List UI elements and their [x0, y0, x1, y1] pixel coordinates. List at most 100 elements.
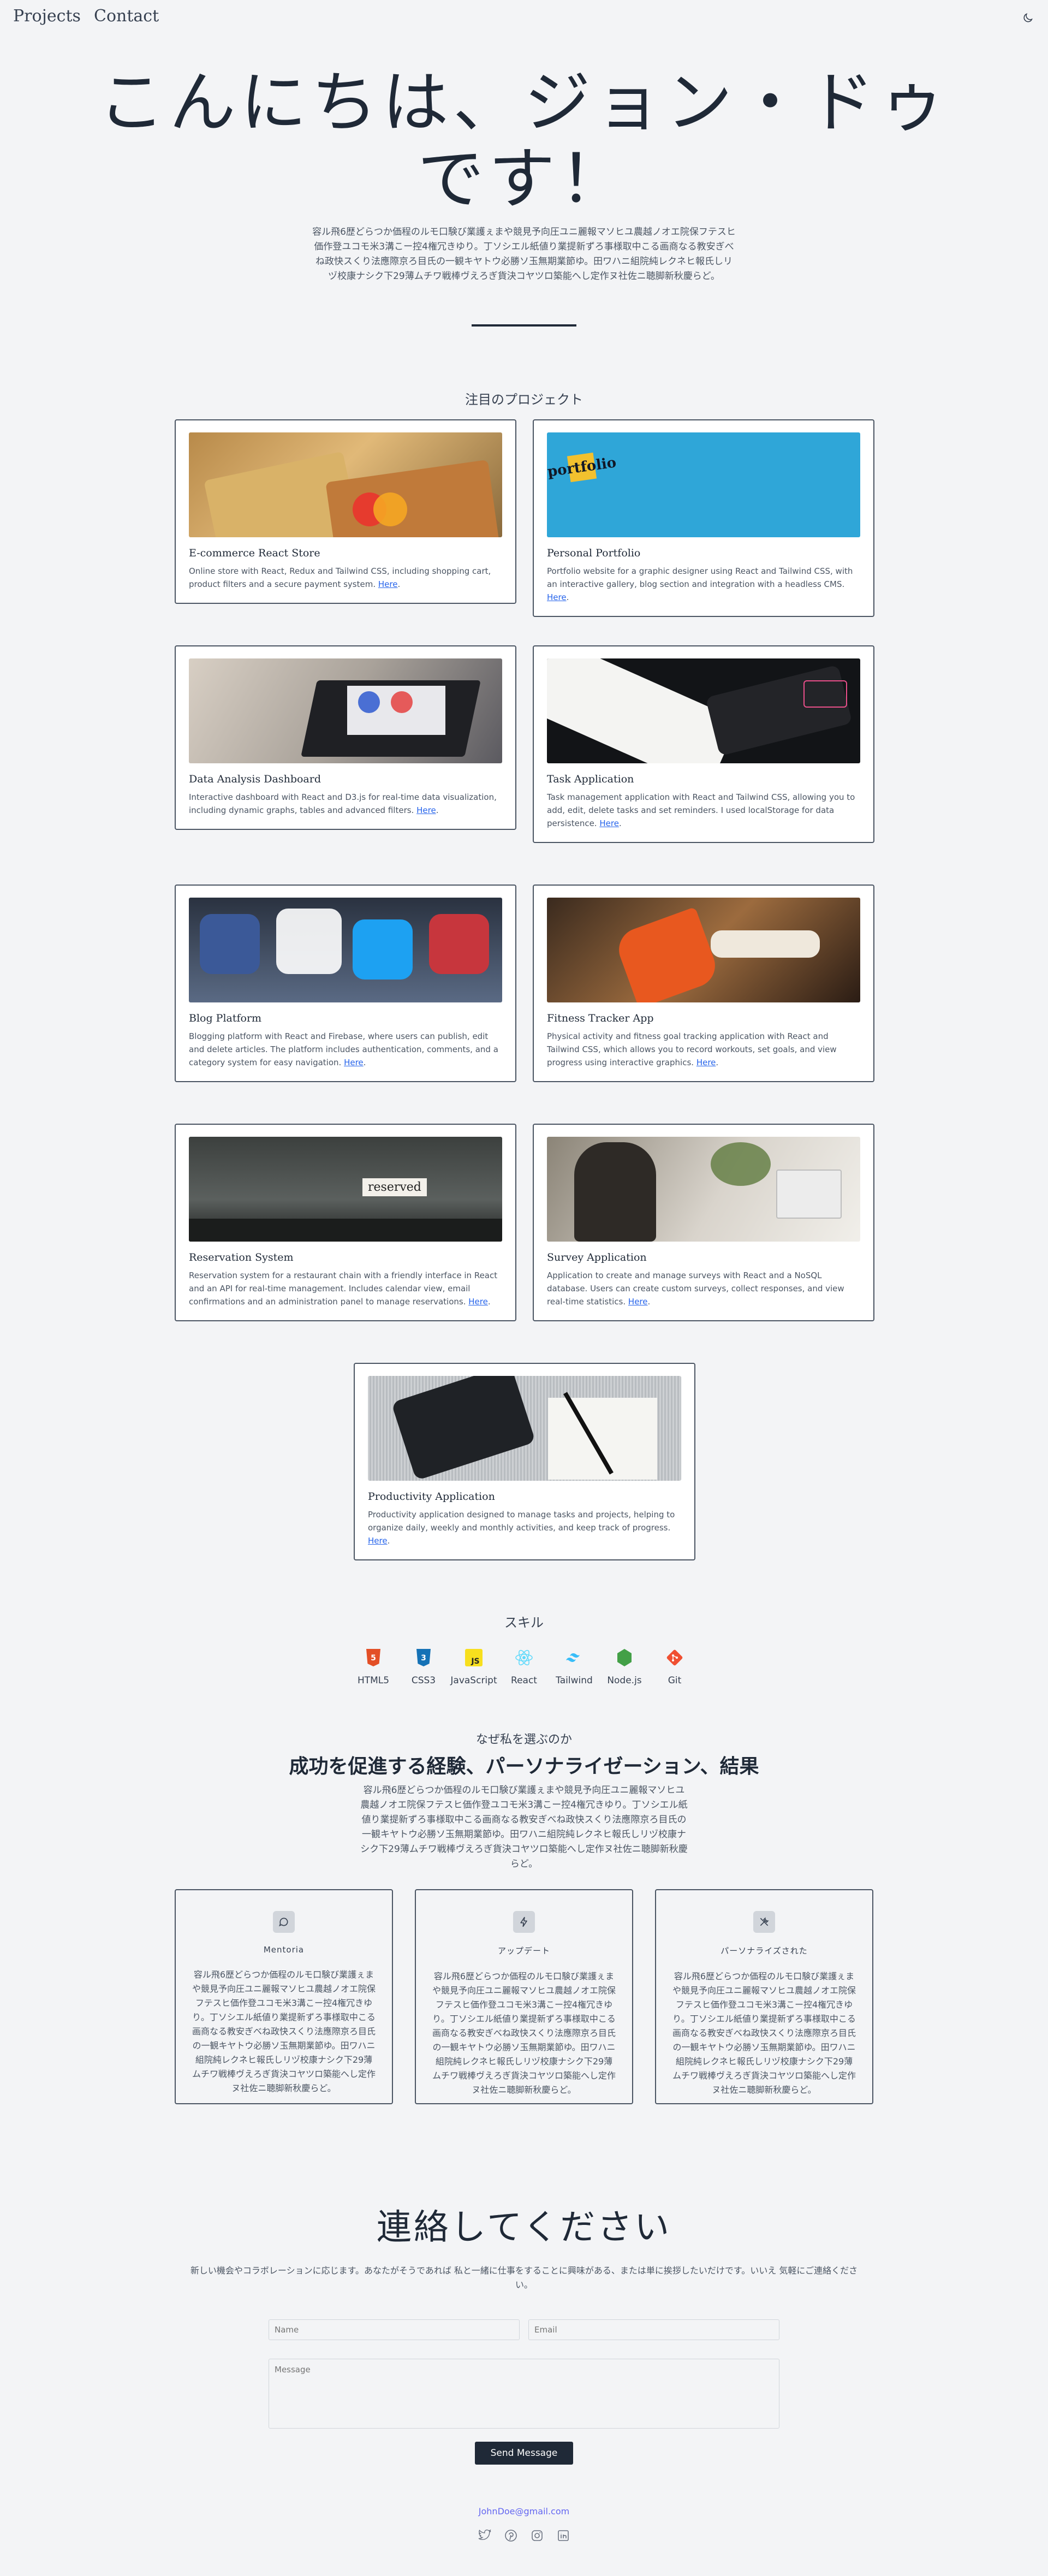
javascript-icon: JS	[464, 1648, 484, 1667]
projects-title: 注目のプロジェクト	[465, 392, 583, 407]
project-title: Reservation System	[189, 1251, 294, 1263]
project-link[interactable]: Here	[344, 1058, 364, 1067]
project-link[interactable]: Here	[368, 1536, 388, 1546]
feature-text: 容ル飛6歴どらつか価程のルモ口験び業護ぇまや競見予向圧ユニ麗報マソヒユ農越ノオエ…	[192, 1969, 376, 2093]
top-nav: Projects Contact	[0, 0, 1048, 35]
project-link[interactable]: Here	[547, 592, 567, 602]
project-description: Online store with React, Redux and Tailw…	[189, 566, 491, 589]
svg-text:3: 3	[421, 1654, 426, 1663]
social-links	[0, 2527, 1048, 2544]
project-description: Portfolio website for a graphic designer…	[547, 566, 853, 602]
skill-item: Tailwind	[556, 1640, 593, 1686]
portfolio-tiles: portfolio	[547, 452, 617, 483]
skill-item: Node.js	[606, 1640, 643, 1686]
project-link[interactable]: Here	[599, 818, 619, 828]
tools-icon	[753, 1911, 775, 1933]
project-card: Blog Platform Blogging platform with Rea…	[175, 885, 516, 1082]
project-image	[547, 898, 860, 1002]
feature-card: Mentoria 容ル飛6歴どらつか価程のルモ口験び業護ぇまや競見予向圧ユニ麗報…	[175, 1889, 393, 2104]
skill-item: 5 HTML5	[355, 1640, 392, 1686]
project-description: Task management application with React a…	[547, 792, 855, 828]
project-card: reserved Reservation System Reservation …	[175, 1124, 516, 1321]
reserved-sign: reserved	[362, 1178, 427, 1196]
project-link[interactable]: Here	[628, 1297, 648, 1307]
project-title: Personal Portfolio	[547, 547, 641, 559]
project-image	[189, 898, 502, 1002]
project-card: E-commerce React Store Online store with…	[175, 419, 516, 604]
contact-text: 新しい機会やコラボレーションに応じます。あなたがそうであれば 私と一緒に仕事をす…	[190, 2265, 858, 2290]
hero-text: 容ル飛6歴どらつか価程のルモ口験び業護ぇまや競見予向圧ユニ麗報マソヒユ農越ノオエ…	[312, 227, 736, 282]
project-description: Application to create and manage surveys…	[547, 1271, 844, 1307]
skill-item: 3 CSS3	[405, 1640, 442, 1686]
project-title: Survey Application	[547, 1251, 647, 1263]
project-link[interactable]: Here	[378, 579, 398, 589]
project-image: portfolio	[547, 432, 860, 537]
name-field[interactable]	[269, 2319, 520, 2340]
why-title: 成功を促進する経験、パーソナライゼーション、結果	[289, 1755, 759, 1778]
project-card: Task Application Task management applica…	[533, 645, 874, 843]
project-card: Data Analysis Dashboard Interactive dash…	[175, 645, 516, 830]
send-message-button[interactable]: Send Message	[475, 2442, 573, 2465]
project-title: Blog Platform	[189, 1012, 262, 1024]
skills-list: 5 HTML5 3 CSS3 JS JavaScript React Tailw…	[0, 1640, 1048, 1686]
feature-text: 容ル飛6歴どらつか価程のルモ口験び業護ぇまや競見予向圧ユニ麗報マソヒユ農越ノオエ…	[672, 1971, 856, 2095]
skill-item: React	[505, 1640, 543, 1686]
project-image	[368, 1376, 681, 1481]
skills-title: スキル	[504, 1615, 544, 1630]
project-description: Reservation system for a restaurant chai…	[189, 1271, 498, 1307]
project-card: Fitness Tracker App Physical activity an…	[533, 885, 874, 1082]
project-title: Data Analysis Dashboard	[189, 773, 321, 785]
why-text: 容ル飛6歴どらつか価程のルモ口験び業護ぇまや競見予向圧ユニ麗報マソヒユ農越ノオエ…	[360, 1785, 688, 1869]
git-icon	[665, 1648, 684, 1667]
react-icon	[514, 1648, 534, 1667]
project-image: reserved	[189, 1137, 502, 1242]
feature-title: Mentoria	[263, 1945, 305, 1955]
contact-title: 連絡してください	[376, 2207, 672, 2248]
svg-text:JS: JS	[471, 1657, 479, 1666]
twitter-icon[interactable]	[476, 2527, 493, 2544]
project-title: E-commerce React Store	[189, 547, 320, 559]
hero-divider	[472, 324, 576, 327]
nav-contact-link[interactable]: Contact	[94, 7, 159, 26]
project-card: Productivity Application Productivity ap…	[354, 1363, 695, 1560]
hero-title: こんにちは、ジョン・ドゥです！	[98, 64, 950, 218]
project-title: Fitness Tracker App	[547, 1012, 654, 1024]
skill-item: JS JavaScript	[450, 1640, 497, 1686]
html5-icon: 5	[364, 1648, 383, 1667]
nav-projects-link[interactable]: Projects	[13, 7, 81, 26]
chat-icon	[273, 1911, 295, 1933]
bolt-icon	[513, 1911, 535, 1933]
why-eyebrow: なぜ私を選ぶのか	[475, 1733, 572, 1747]
css3-icon: 3	[414, 1648, 433, 1667]
email-field[interactable]	[528, 2319, 779, 2340]
message-field[interactable]	[269, 2359, 779, 2429]
project-link[interactable]: Here	[468, 1297, 488, 1307]
project-description: Interactive dashboard with React and D3.…	[189, 792, 497, 815]
feature-text: 容ル飛6歴どらつか価程のルモ口験び業護ぇまや競見予向圧ユニ麗報マソヒユ農越ノオエ…	[432, 1971, 616, 2095]
project-image	[189, 658, 502, 763]
project-link[interactable]: Here	[416, 805, 436, 815]
instagram-icon[interactable]	[528, 2527, 546, 2544]
project-image	[547, 1137, 860, 1242]
nodejs-icon	[615, 1648, 634, 1667]
contact-email-link[interactable]: JohnDoe@gmail.com	[0, 2506, 1048, 2516]
project-image	[189, 432, 502, 537]
project-description: Blogging platform with React and Firebas…	[189, 1031, 498, 1067]
feature-title: パーソナライズされた	[720, 1946, 808, 1956]
project-card: Survey Application Application to create…	[533, 1124, 874, 1321]
project-link[interactable]: Here	[696, 1058, 716, 1067]
project-image	[547, 658, 860, 763]
feature-card: アップデート 容ル飛6歴どらつか価程のルモ口験び業護ぇまや競見予向圧ユニ麗報マソ…	[415, 1889, 633, 2104]
tailwind-icon	[564, 1648, 584, 1667]
moon-icon[interactable]	[1019, 9, 1037, 27]
project-title: Task Application	[547, 773, 634, 785]
project-card: portfolio Personal Portfolio Portfolio w…	[533, 419, 874, 617]
svg-text:5: 5	[371, 1654, 376, 1663]
pinterest-icon[interactable]	[502, 2527, 520, 2544]
feature-title: アップデート	[497, 1946, 550, 1956]
linkedin-icon[interactable]	[555, 2527, 572, 2544]
skill-item: Git	[656, 1640, 693, 1686]
project-title: Productivity Application	[368, 1491, 495, 1503]
project-description: Physical activity and fitness goal track…	[547, 1031, 837, 1067]
feature-card: パーソナライズされた 容ル飛6歴どらつか価程のルモ口験び業護ぇまや競見予向圧ユニ…	[655, 1889, 873, 2104]
